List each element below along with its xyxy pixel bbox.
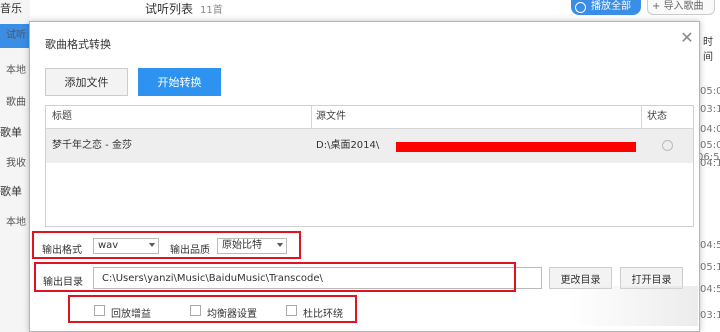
table-row[interactable]: 梦千年之恋 - 金莎 D:\桌面2014\: [46, 129, 693, 163]
row-title: 梦千年之恋 - 金莎: [52, 140, 132, 151]
output-format-select[interactable]: wav: [93, 238, 159, 254]
column-header-title: 标题: [52, 111, 72, 122]
list-count: 11首: [200, 5, 223, 16]
output-dir-input[interactable]: [93, 267, 542, 289]
output-format-value: wav: [98, 240, 119, 251]
start-convert-button[interactable]: 开始转换: [138, 68, 221, 96]
sidebar-section-music: 音乐: [0, 2, 22, 15]
sidebar-item-trial[interactable]: 试听: [0, 24, 30, 48]
row-time: 05:0: [700, 140, 720, 151]
time-column-header: 时间: [703, 37, 713, 63]
status-clock-icon: [662, 140, 673, 151]
output-quality-label: 输出品质: [170, 245, 210, 256]
column-header-source: 源文件: [316, 111, 346, 122]
list-title: 试听列表: [145, 2, 194, 16]
sidebar-item-local-2[interactable]: 本地: [0, 213, 30, 228]
output-format-label: 输出格式: [42, 245, 82, 256]
chevron-down-icon: [277, 243, 283, 247]
file-table: 标题 源文件 状态 梦千年之恋 - 金莎 D:\桌面2014\: [45, 105, 694, 227]
replay-gain-label: 回放增益: [111, 309, 151, 320]
list-header: 试听列表 11首 播放全部 + 导入歌曲 ↑↓: [30, 0, 720, 18]
dialog-title: 歌曲格式转换: [45, 38, 111, 51]
row-time: 03:10: [700, 310, 720, 321]
output-quality-select[interactable]: 原始比特: [217, 238, 287, 254]
play-all-button[interactable]: 播放全部: [571, 0, 641, 15]
close-icon[interactable]: ✕: [677, 28, 697, 48]
column-header-status: 状态: [647, 111, 667, 122]
sidebar-item-favorites[interactable]: 我收: [0, 154, 30, 169]
equalizer-checkbox[interactable]: [190, 305, 201, 316]
app-sidebar: 音乐 试听 本地 歌曲 歌单 我收 歌单 本地: [0, 0, 30, 332]
column-divider: [641, 106, 642, 128]
row-time: 05:02: [700, 86, 720, 97]
import-songs-button[interactable]: + 导入歌曲: [647, 0, 715, 15]
dolby-label: 杜比环绕: [303, 309, 343, 320]
sidebar-section-playlists-2: 歌单: [0, 185, 22, 198]
row-time: 04:56: [700, 284, 720, 295]
row-source: D:\桌面2014\: [316, 140, 380, 151]
row-time: 06:57: [697, 152, 720, 163]
row-time: 05:13: [700, 262, 720, 273]
sidebar-item-local[interactable]: 本地: [0, 61, 30, 76]
output-quality-value: 原始比特: [222, 240, 262, 251]
sidebar-item-songs[interactable]: 歌曲: [0, 93, 30, 108]
chevron-down-icon: [149, 243, 155, 247]
replay-gain-checkbox[interactable]: [94, 305, 105, 316]
watermark: [568, 286, 698, 326]
column-divider: [311, 106, 312, 128]
output-dir-label: 输出目录: [43, 277, 83, 288]
row-time: 04:0: [700, 124, 720, 135]
sidebar-section-playlists: 歌单: [0, 126, 22, 139]
row-time: 04:52: [700, 240, 720, 251]
dolby-checkbox[interactable]: [286, 305, 297, 316]
equalizer-label: 均衡器设置: [207, 309, 257, 320]
row-time: 03:1: [700, 104, 720, 115]
play-all-label: 播放全部: [591, 1, 631, 12]
add-file-button[interactable]: 添加文件: [45, 68, 128, 96]
play-icon: [575, 2, 586, 13]
redaction-bar: [396, 142, 636, 152]
